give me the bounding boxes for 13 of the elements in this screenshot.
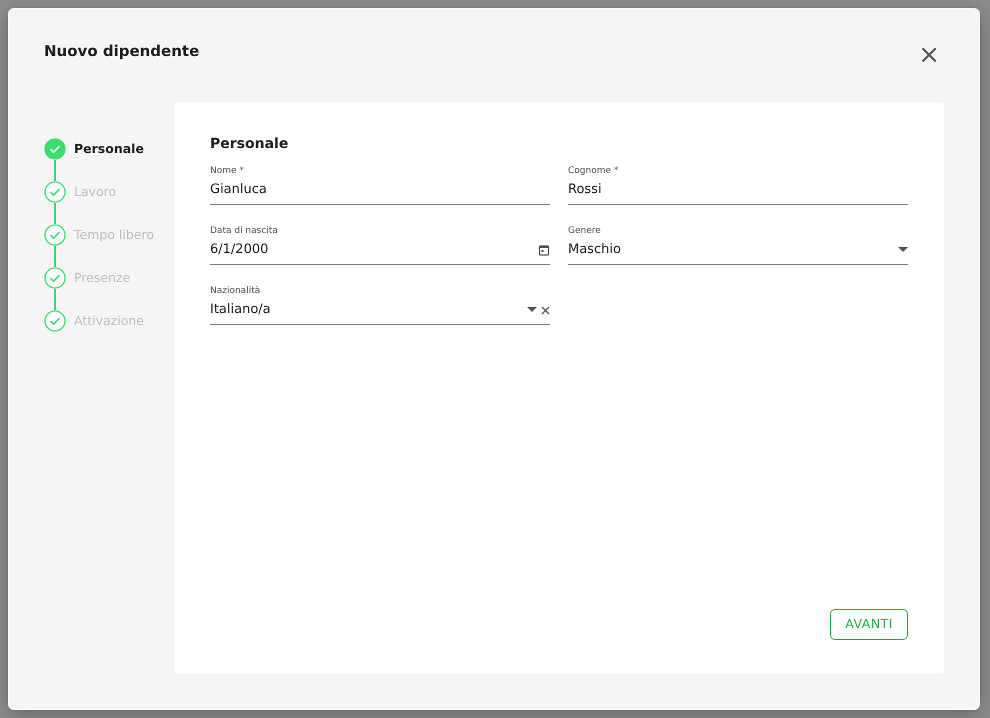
dropdown-caret-icon[interactable]	[527, 307, 537, 314]
autocomplete-field[interactable]: Nazionalità Italiano/a	[210, 284, 550, 325]
dropdown-caret-icon[interactable]	[898, 247, 908, 254]
clear-icon[interactable]	[541, 306, 550, 315]
text-field[interactable]: Nome * Gianluca	[210, 164, 550, 205]
step-label[interactable]: Personale	[74, 140, 144, 158]
close-button[interactable]: ×	[914, 42, 944, 68]
dialog-title: Nuovo dipendente	[44, 42, 200, 60]
section-title: Personale	[210, 136, 290, 153]
text-field[interactable]: Cognome * Rossi	[568, 164, 908, 205]
date-field[interactable]: Data di nascita 6/1/2000	[210, 224, 550, 265]
select-field[interactable]: Genere Maschio	[568, 224, 908, 265]
calendar-icon[interactable]	[538, 244, 550, 256]
